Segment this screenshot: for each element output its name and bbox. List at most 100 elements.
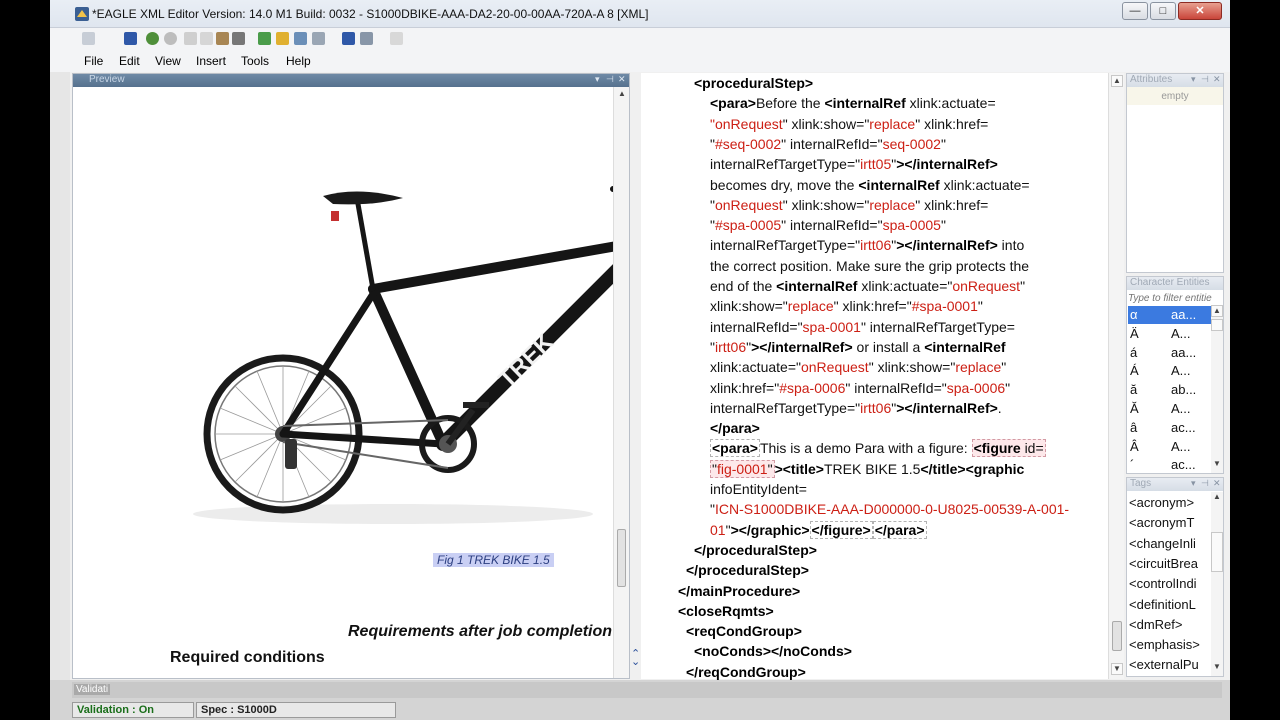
panel-close-icon[interactable]: ✕ bbox=[618, 74, 626, 85]
panel-close-icon[interactable]: ✕ bbox=[1213, 74, 1221, 85]
xml-line[interactable]: infoEntityIdent= bbox=[710, 480, 807, 498]
panel-pin-icon[interactable]: ⊣ bbox=[1201, 74, 1209, 85]
copy-icon[interactable] bbox=[200, 32, 213, 45]
insert-table-icon[interactable] bbox=[294, 32, 307, 45]
entity-scrollbar[interactable]: ▲ ▼ bbox=[1211, 305, 1223, 473]
panel-close-icon[interactable]: ✕ bbox=[1213, 478, 1221, 489]
xml-line[interactable]: "onRequest" xlink:show="replace" xlink:h… bbox=[710, 196, 988, 214]
save-icon[interactable] bbox=[124, 32, 137, 45]
tag-list-item[interactable]: <definitionL bbox=[1129, 597, 1196, 612]
xml-line[interactable]: 01"></graphic> </figure> </para> bbox=[710, 520, 927, 539]
view-options-icon[interactable] bbox=[360, 32, 373, 45]
xml-line[interactable]: "onRequest" xlink:show="replace" xlink:h… bbox=[710, 115, 988, 133]
scroll-thumb[interactable] bbox=[1211, 532, 1223, 572]
xml-scrollbar[interactable]: ▲ ▼ bbox=[1108, 73, 1124, 679]
scroll-down-icon[interactable]: ▼ bbox=[1111, 663, 1123, 675]
menu-edit[interactable]: Edit bbox=[119, 54, 140, 68]
xml-line[interactable]: internalRefTargetType="irtt06"></interna… bbox=[710, 236, 1024, 254]
close-window-button[interactable]: ✕ bbox=[1178, 2, 1222, 20]
xml-line[interactable]: internalRefTargetType="irtt06"></interna… bbox=[710, 399, 1002, 417]
xml-line[interactable]: xlink:show="replace" xlink:href="#spa-00… bbox=[710, 297, 983, 315]
menu-insert[interactable]: Insert bbox=[196, 54, 226, 68]
entity-filter-input[interactable] bbox=[1128, 291, 1222, 305]
link-icon[interactable] bbox=[312, 32, 325, 45]
panel-menu-icon[interactable]: ▾ bbox=[1191, 74, 1196, 85]
maximize-button[interactable]: □ bbox=[1150, 2, 1176, 20]
xml-line[interactable]: "fig-0001" ><title>TREK BIKE 1.5</title><… bbox=[710, 459, 1024, 478]
splitter-toggle-icon[interactable]: ⌃ ⌄ bbox=[631, 649, 640, 668]
xml-line[interactable]: "#seq-0002" internalRefId="seq-0002" bbox=[710, 135, 946, 153]
xml-line[interactable]: "#spa-0005" internalRefId="spa-0005" bbox=[710, 216, 946, 234]
tag-list-item[interactable]: <emphasis> bbox=[1129, 637, 1200, 652]
find-icon[interactable] bbox=[232, 32, 245, 45]
new-document-icon[interactable] bbox=[82, 32, 95, 45]
minimize-button[interactable]: — bbox=[1122, 2, 1148, 20]
scroll-down-icon[interactable]: ▼ bbox=[1211, 662, 1223, 674]
scroll-up-icon[interactable]: ▲ bbox=[1211, 305, 1223, 317]
tag-list-item[interactable]: <circuitBrea bbox=[1129, 556, 1198, 571]
menu-file[interactable]: File bbox=[84, 54, 103, 68]
entity-row[interactable]: α aa... bbox=[1128, 306, 1212, 324]
xml-line[interactable]: "ICN-S1000DBIKE-AAA-D000000-0-U8025-0053… bbox=[710, 500, 1069, 518]
redo-icon[interactable] bbox=[164, 32, 177, 45]
entity-row[interactable]: Â A... bbox=[1128, 438, 1212, 456]
scroll-down-icon[interactable]: ▼ bbox=[1211, 459, 1223, 471]
cut-icon[interactable] bbox=[184, 32, 197, 45]
xml-line[interactable]: "irtt06"></internalRef> or install a <in… bbox=[710, 338, 1006, 356]
xml-editor[interactable]: <proceduralStep> <para>Before the <intern… bbox=[641, 73, 1108, 681]
panel-splitter[interactable] bbox=[630, 73, 640, 679]
entity-row[interactable]: â ac... bbox=[1128, 419, 1212, 437]
xml-line[interactable]: <proceduralStep> bbox=[694, 74, 813, 92]
tag-list-item[interactable]: <acronym> bbox=[1129, 495, 1194, 510]
insert-figure-icon[interactable] bbox=[276, 32, 289, 45]
xml-line[interactable]: internalRefTargetType="irtt05"></interna… bbox=[710, 155, 998, 173]
panel-pin-icon[interactable]: ⊣ bbox=[1201, 478, 1209, 489]
xml-scroll-thumb[interactable] bbox=[1112, 621, 1122, 651]
validation-tab[interactable]: Validati bbox=[74, 684, 111, 695]
entity-row[interactable]: á aa... bbox=[1128, 344, 1212, 362]
preview-scrollbar[interactable]: ▲ bbox=[613, 87, 629, 678]
tag-list-item[interactable]: <externalPu bbox=[1129, 657, 1199, 672]
xml-line[interactable]: xlink:href="#spa-0006" internalRefId="sp… bbox=[710, 379, 1010, 397]
xml-line[interactable]: </reqCondGroup> bbox=[686, 663, 806, 681]
xml-line[interactable]: <reqCondGroup> bbox=[686, 622, 802, 640]
xml-line[interactable]: the correct position. Make sure the grip… bbox=[710, 257, 1029, 275]
xml-line[interactable]: <noConds></noConds> bbox=[694, 642, 852, 660]
entity-row[interactable]: Ă A... bbox=[1128, 400, 1212, 418]
xml-line[interactable]: </mainProcedure> bbox=[678, 582, 800, 600]
xml-line[interactable]: becomes dry, move the <internalRef xlink… bbox=[710, 176, 1030, 194]
scroll-up-icon[interactable]: ▲ bbox=[1111, 75, 1123, 87]
menu-view[interactable]: View bbox=[155, 54, 181, 68]
panel-menu-icon[interactable]: ▾ bbox=[595, 74, 600, 85]
validate-icon[interactable] bbox=[342, 32, 355, 45]
entity-row[interactable]: Á A... bbox=[1128, 362, 1212, 380]
panel-menu-icon[interactable]: ▾ bbox=[1191, 478, 1196, 489]
scroll-up-icon[interactable]: ▲ bbox=[616, 89, 628, 101]
paste-icon[interactable] bbox=[216, 32, 229, 45]
tag-list-item[interactable]: <changeInli bbox=[1129, 536, 1196, 551]
entity-row[interactable]: ´ ac... bbox=[1128, 456, 1212, 473]
scroll-up-icon[interactable]: ▲ bbox=[1211, 492, 1223, 504]
xml-line[interactable]: <para> This is a demo Para with a figure:… bbox=[710, 439, 1046, 458]
menu-help[interactable]: Help bbox=[286, 54, 311, 68]
tag-list-item[interactable]: <dmRef> bbox=[1129, 617, 1182, 632]
xml-line[interactable]: end of the <internalRef xlink:actuate="o… bbox=[710, 277, 1025, 295]
xml-line[interactable]: <para>Before the <internalRef xlink:actu… bbox=[710, 94, 996, 112]
tag-list-item[interactable]: <controlIndi bbox=[1129, 576, 1197, 591]
xml-line[interactable]: <closeRqmts> bbox=[678, 602, 774, 620]
preview-scroll-thumb[interactable] bbox=[617, 529, 626, 587]
undo-icon[interactable] bbox=[146, 32, 159, 45]
tags-scrollbar[interactable]: ▲ ▼ bbox=[1211, 492, 1223, 676]
tag-list-item[interactable]: <acronymT bbox=[1129, 515, 1194, 530]
panel-pin-icon[interactable]: ⊣ bbox=[606, 74, 614, 85]
xml-line[interactable]: </para> bbox=[710, 419, 760, 437]
properties-icon[interactable] bbox=[390, 32, 403, 45]
xml-line[interactable]: </proceduralStep> bbox=[694, 541, 817, 559]
entity-row[interactable]: Ä A... bbox=[1128, 325, 1212, 343]
xml-line[interactable]: xlink:actuate="onRequest" xlink:show="re… bbox=[710, 358, 1006, 376]
xml-line[interactable]: </proceduralStep> bbox=[686, 561, 809, 579]
insert-element-icon[interactable] bbox=[258, 32, 271, 45]
scroll-thumb[interactable] bbox=[1211, 319, 1223, 331]
menu-tools[interactable]: Tools bbox=[241, 54, 269, 68]
xml-line[interactable]: internalRefId="spa-0001" internalRefTarg… bbox=[710, 318, 1015, 336]
